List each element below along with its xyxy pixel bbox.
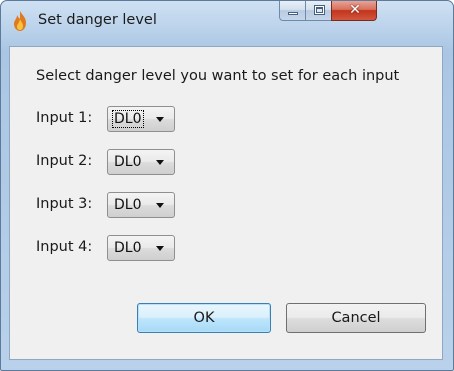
chevron-down-icon xyxy=(156,117,164,122)
input-2-danger-level-select[interactable]: DL0 xyxy=(107,149,175,175)
minimize-button[interactable] xyxy=(279,1,306,21)
input-1-label: Input 1: xyxy=(36,110,93,126)
input-3-danger-level-select[interactable]: DL0 xyxy=(107,192,175,218)
chevron-down-icon xyxy=(156,203,164,208)
close-icon: ✕ xyxy=(349,2,361,18)
input-1-danger-level-select[interactable]: DL0 xyxy=(107,106,175,132)
input-4-selected-value: DL0 xyxy=(114,240,142,256)
input-3-selected-value: DL0 xyxy=(114,197,142,213)
chevron-down-icon xyxy=(156,160,164,165)
input-2-label: Input 2: xyxy=(36,153,93,169)
minimize-icon xyxy=(288,12,298,15)
input-4-label: Input 4: xyxy=(36,239,93,255)
chevron-down-icon xyxy=(156,246,164,251)
dialog-window: Set danger level ✕ Select danger level y… xyxy=(0,0,454,371)
maximize-icon xyxy=(314,5,325,15)
maximize-button[interactable] xyxy=(305,1,332,21)
input-3-label: Input 3: xyxy=(36,196,93,212)
title-bar[interactable]: Set danger level ✕ xyxy=(1,1,453,45)
close-button[interactable]: ✕ xyxy=(331,1,377,21)
cancel-button[interactable]: Cancel xyxy=(286,303,426,333)
dialog-body: Select danger level you want to set for … xyxy=(9,46,443,360)
ok-button[interactable]: OK xyxy=(137,303,271,333)
input-4-danger-level-select[interactable]: DL0 xyxy=(107,235,175,261)
input-1-selected-value: DL0 xyxy=(112,110,144,128)
input-2-selected-value: DL0 xyxy=(114,154,142,170)
instruction-text: Select danger level you want to set for … xyxy=(36,68,400,84)
window-title: Set danger level xyxy=(38,12,157,28)
flame-icon xyxy=(10,10,30,32)
caption-buttons: ✕ xyxy=(279,1,447,23)
